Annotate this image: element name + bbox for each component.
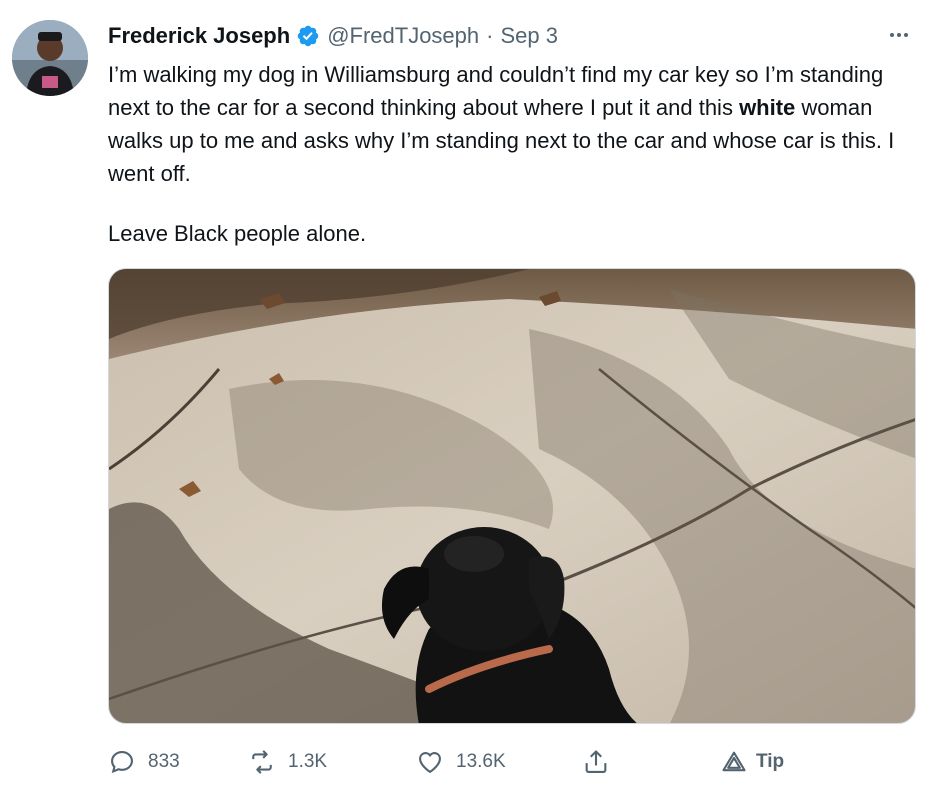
- reply-count: 833: [148, 751, 180, 772]
- like-count: 13.6K: [456, 751, 506, 772]
- tweet-photo[interactable]: [108, 268, 916, 724]
- tweet-text-line2: Leave Black people alone.: [108, 221, 367, 246]
- author-name[interactable]: Frederick Joseph: [108, 23, 290, 49]
- avatar[interactable]: [12, 20, 88, 96]
- more-dots-icon[interactable]: [884, 20, 914, 50]
- tip-icon: [722, 751, 746, 772]
- tweet-text: I’m walking my dog in Williamsburg and c…: [108, 58, 923, 190]
- tip-button[interactable]: Tip: [720, 740, 784, 784]
- verified-badge-icon: [296, 24, 320, 48]
- heart-icon: [419, 752, 441, 774]
- retweet-icon: [252, 750, 272, 774]
- tweet-actions: 833 1.3K 13.6K Tip: [108, 740, 808, 784]
- reply-button[interactable]: 833: [108, 740, 180, 784]
- retweet-count: 1.3K: [288, 751, 328, 772]
- share-icon: [585, 750, 607, 773]
- tweet-text-bold: white: [739, 95, 796, 120]
- retweet-button[interactable]: 1.3K: [248, 740, 327, 784]
- avatar-image: [12, 20, 88, 96]
- separator: ·: [486, 23, 494, 48]
- like-button[interactable]: 13.6K: [416, 740, 506, 784]
- tweet-header: Frederick Joseph @FredTJoseph · Sep 3: [108, 20, 558, 52]
- dog-photo-image: [109, 269, 915, 723]
- author-handle[interactable]: @FredTJoseph: [327, 23, 479, 49]
- share-button[interactable]: [582, 740, 610, 784]
- tweet-date[interactable]: Sep 3: [500, 23, 558, 49]
- reply-icon: [111, 751, 133, 774]
- tip-label: Tip: [756, 751, 785, 772]
